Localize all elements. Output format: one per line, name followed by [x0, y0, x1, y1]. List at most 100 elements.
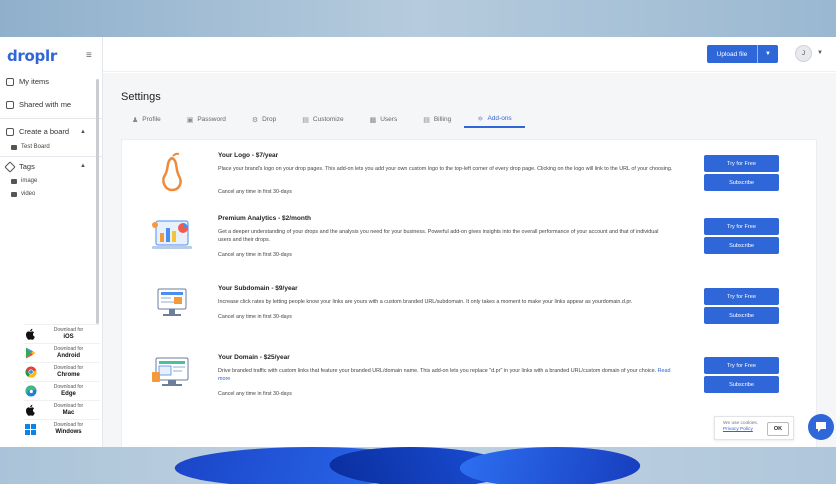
- domain-illustration-icon: [150, 354, 196, 394]
- try-for-free-button[interactable]: Try for Free: [704, 155, 779, 172]
- download-android-link[interactable]: Download for Android: [24, 343, 100, 362]
- users-icon: ▩: [369, 116, 377, 124]
- download-caption: Download for: [53, 346, 84, 352]
- try-for-free-button[interactable]: Try for Free: [704, 357, 779, 374]
- tag-icon: [4, 160, 16, 173]
- tab-addons[interactable]: ⚛ Add-ons: [464, 111, 525, 128]
- tab-label: Customize: [312, 116, 344, 123]
- addon-cancel-note: Cancel any time in first 30-days: [218, 391, 292, 397]
- chevron-down-icon[interactable]: ▼: [757, 45, 778, 63]
- tab-label: Users: [380, 116, 398, 123]
- person-icon: ♟: [132, 116, 139, 124]
- privacy-policy-link[interactable]: Privacy Policy: [723, 427, 753, 432]
- tab-users[interactable]: ▩ Users: [357, 111, 411, 128]
- sidebar-item-create-board[interactable]: Create a board: [6, 127, 69, 136]
- tag-label: video: [21, 191, 36, 197]
- upload-file-button[interactable]: Upload file ▼: [707, 45, 778, 63]
- subscribe-button[interactable]: Subscribe: [704, 307, 779, 324]
- sidebar-item-label: Shared with me: [19, 100, 72, 109]
- addon-description-text: Drive branded traffic with custom links …: [218, 368, 657, 374]
- platform-name: Edge: [61, 391, 76, 397]
- download-windows-link[interactable]: Download for Windows: [24, 419, 100, 438]
- addon-premium-analytics: Premium Analytics - $2/month Get a deepe…: [122, 215, 818, 275]
- google-play-icon: [24, 347, 37, 360]
- cookie-banner: We use cookies. Privacy Policy OK: [714, 416, 794, 440]
- download-ios-link[interactable]: Download for iOS: [24, 324, 100, 343]
- pear-logo-icon: [150, 152, 196, 192]
- tag-item-icon: [11, 191, 17, 197]
- addon-cancel-note: Cancel any time in first 30-days: [218, 189, 292, 195]
- settings-tabs: ♟ Profile ▣ Password ⚙ Drop ▤ Customize ▩ Use…: [119, 111, 525, 128]
- sidebar-item-board[interactable]: Test Board: [11, 144, 50, 150]
- try-for-free-button[interactable]: Try for Free: [704, 288, 779, 305]
- platform-name: Windows: [55, 429, 82, 435]
- tag-item-icon: [11, 178, 17, 184]
- download-caption: Download for: [53, 403, 84, 409]
- chevron-up-icon[interactable]: ▲: [80, 129, 86, 135]
- lock-icon: ▣: [186, 116, 194, 124]
- sidebar-item-label: My items: [19, 77, 49, 86]
- addons-panel: Your Logo - $7/year Place your brand's l…: [121, 139, 817, 459]
- droplr-app-window: droplr ≡ My items Shared with me Create …: [0, 37, 836, 459]
- tab-label: Add-ons: [487, 115, 512, 122]
- download-edge-link[interactable]: Download for Edge: [24, 381, 100, 400]
- tab-billing[interactable]: ▤ Billing: [410, 111, 464, 128]
- tab-label: Billing: [433, 116, 452, 123]
- chevron-down-icon[interactable]: ▼: [817, 50, 823, 56]
- subscribe-button[interactable]: Subscribe: [704, 174, 779, 191]
- addon-logo: Your Logo - $7/year Place your brand's l…: [122, 152, 818, 212]
- download-chrome-link[interactable]: Download for Chrome: [24, 362, 100, 381]
- customize-icon: ▤: [302, 116, 309, 124]
- chevron-up-icon[interactable]: ▲: [80, 163, 86, 169]
- sidebar-item-my-items[interactable]: My items: [6, 77, 49, 86]
- addon-name: Your Domain - $25/year: [218, 354, 290, 361]
- tab-customize[interactable]: ▤ Customize: [289, 111, 356, 128]
- sidebar-item-tags[interactable]: Tags: [4, 160, 35, 173]
- sidebar-item-tag[interactable]: image: [11, 178, 37, 184]
- sidebar-scrollbar[interactable]: [96, 79, 99, 324]
- board-label: Test Board: [21, 144, 50, 150]
- tab-label: Profile: [142, 116, 161, 123]
- subscribe-button[interactable]: Subscribe: [704, 237, 779, 254]
- addon-name: Your Logo - $7/year: [218, 152, 279, 159]
- top-bar: Upload file ▼ J ▼: [103, 37, 836, 72]
- tag-label: image: [21, 178, 38, 184]
- collapse-sidebar-icon[interactable]: ≡: [86, 50, 92, 61]
- analytics-illustration-icon: [150, 215, 196, 255]
- download-caption: Download for: [53, 365, 84, 371]
- download-caption: Download for: [53, 327, 84, 333]
- addon-description: Drive branded traffic with custom links …: [218, 367, 673, 383]
- addon-description: Place your brand's logo on your drop pag…: [218, 166, 673, 172]
- subscribe-button[interactable]: Subscribe: [704, 376, 779, 393]
- sidebar-item-shared[interactable]: Shared with me: [6, 100, 71, 109]
- chat-support-button[interactable]: [808, 414, 834, 440]
- tab-password[interactable]: ▣ Password: [174, 111, 239, 128]
- sidebar-item-label: Tags: [19, 162, 35, 171]
- main-content: Settings ♟ Profile ▣ Password ⚙ Drop ▤ Custo…: [103, 73, 836, 459]
- platform-name: iOS: [63, 334, 74, 340]
- droplr-logo[interactable]: droplr: [7, 47, 57, 65]
- sidebar-item-tag[interactable]: video: [11, 191, 35, 197]
- addon-description: Increase click rates by letting people k…: [218, 299, 633, 305]
- download-mac-link[interactable]: Download for Mac: [24, 400, 100, 419]
- edge-icon: [24, 385, 37, 398]
- try-for-free-button[interactable]: Try for Free: [704, 218, 779, 235]
- board-icon: [6, 127, 14, 136]
- apple-icon: [24, 404, 37, 417]
- addon-description: Get a deeper understanding of your drops…: [218, 229, 659, 243]
- tab-label: Password: [197, 116, 226, 123]
- tab-drop[interactable]: ⚙ Drop: [239, 111, 289, 128]
- gear-icon: ⚙: [251, 116, 259, 124]
- addon-cancel-note: Cancel any time in first 30-days: [218, 252, 292, 258]
- platform-name: Chrome: [57, 372, 80, 378]
- upload-file-label[interactable]: Upload file: [707, 45, 757, 63]
- addon-cancel-note: Cancel any time in first 30-days: [218, 314, 292, 320]
- platform-name: Android: [57, 353, 80, 359]
- divider: [0, 156, 102, 157]
- avatar[interactable]: J: [795, 45, 812, 62]
- divider: [0, 118, 102, 119]
- tab-profile[interactable]: ♟ Profile: [119, 111, 174, 128]
- page-title: Settings: [121, 91, 161, 103]
- board-folder-icon: [11, 144, 17, 150]
- cookie-ok-button[interactable]: OK: [767, 422, 789, 436]
